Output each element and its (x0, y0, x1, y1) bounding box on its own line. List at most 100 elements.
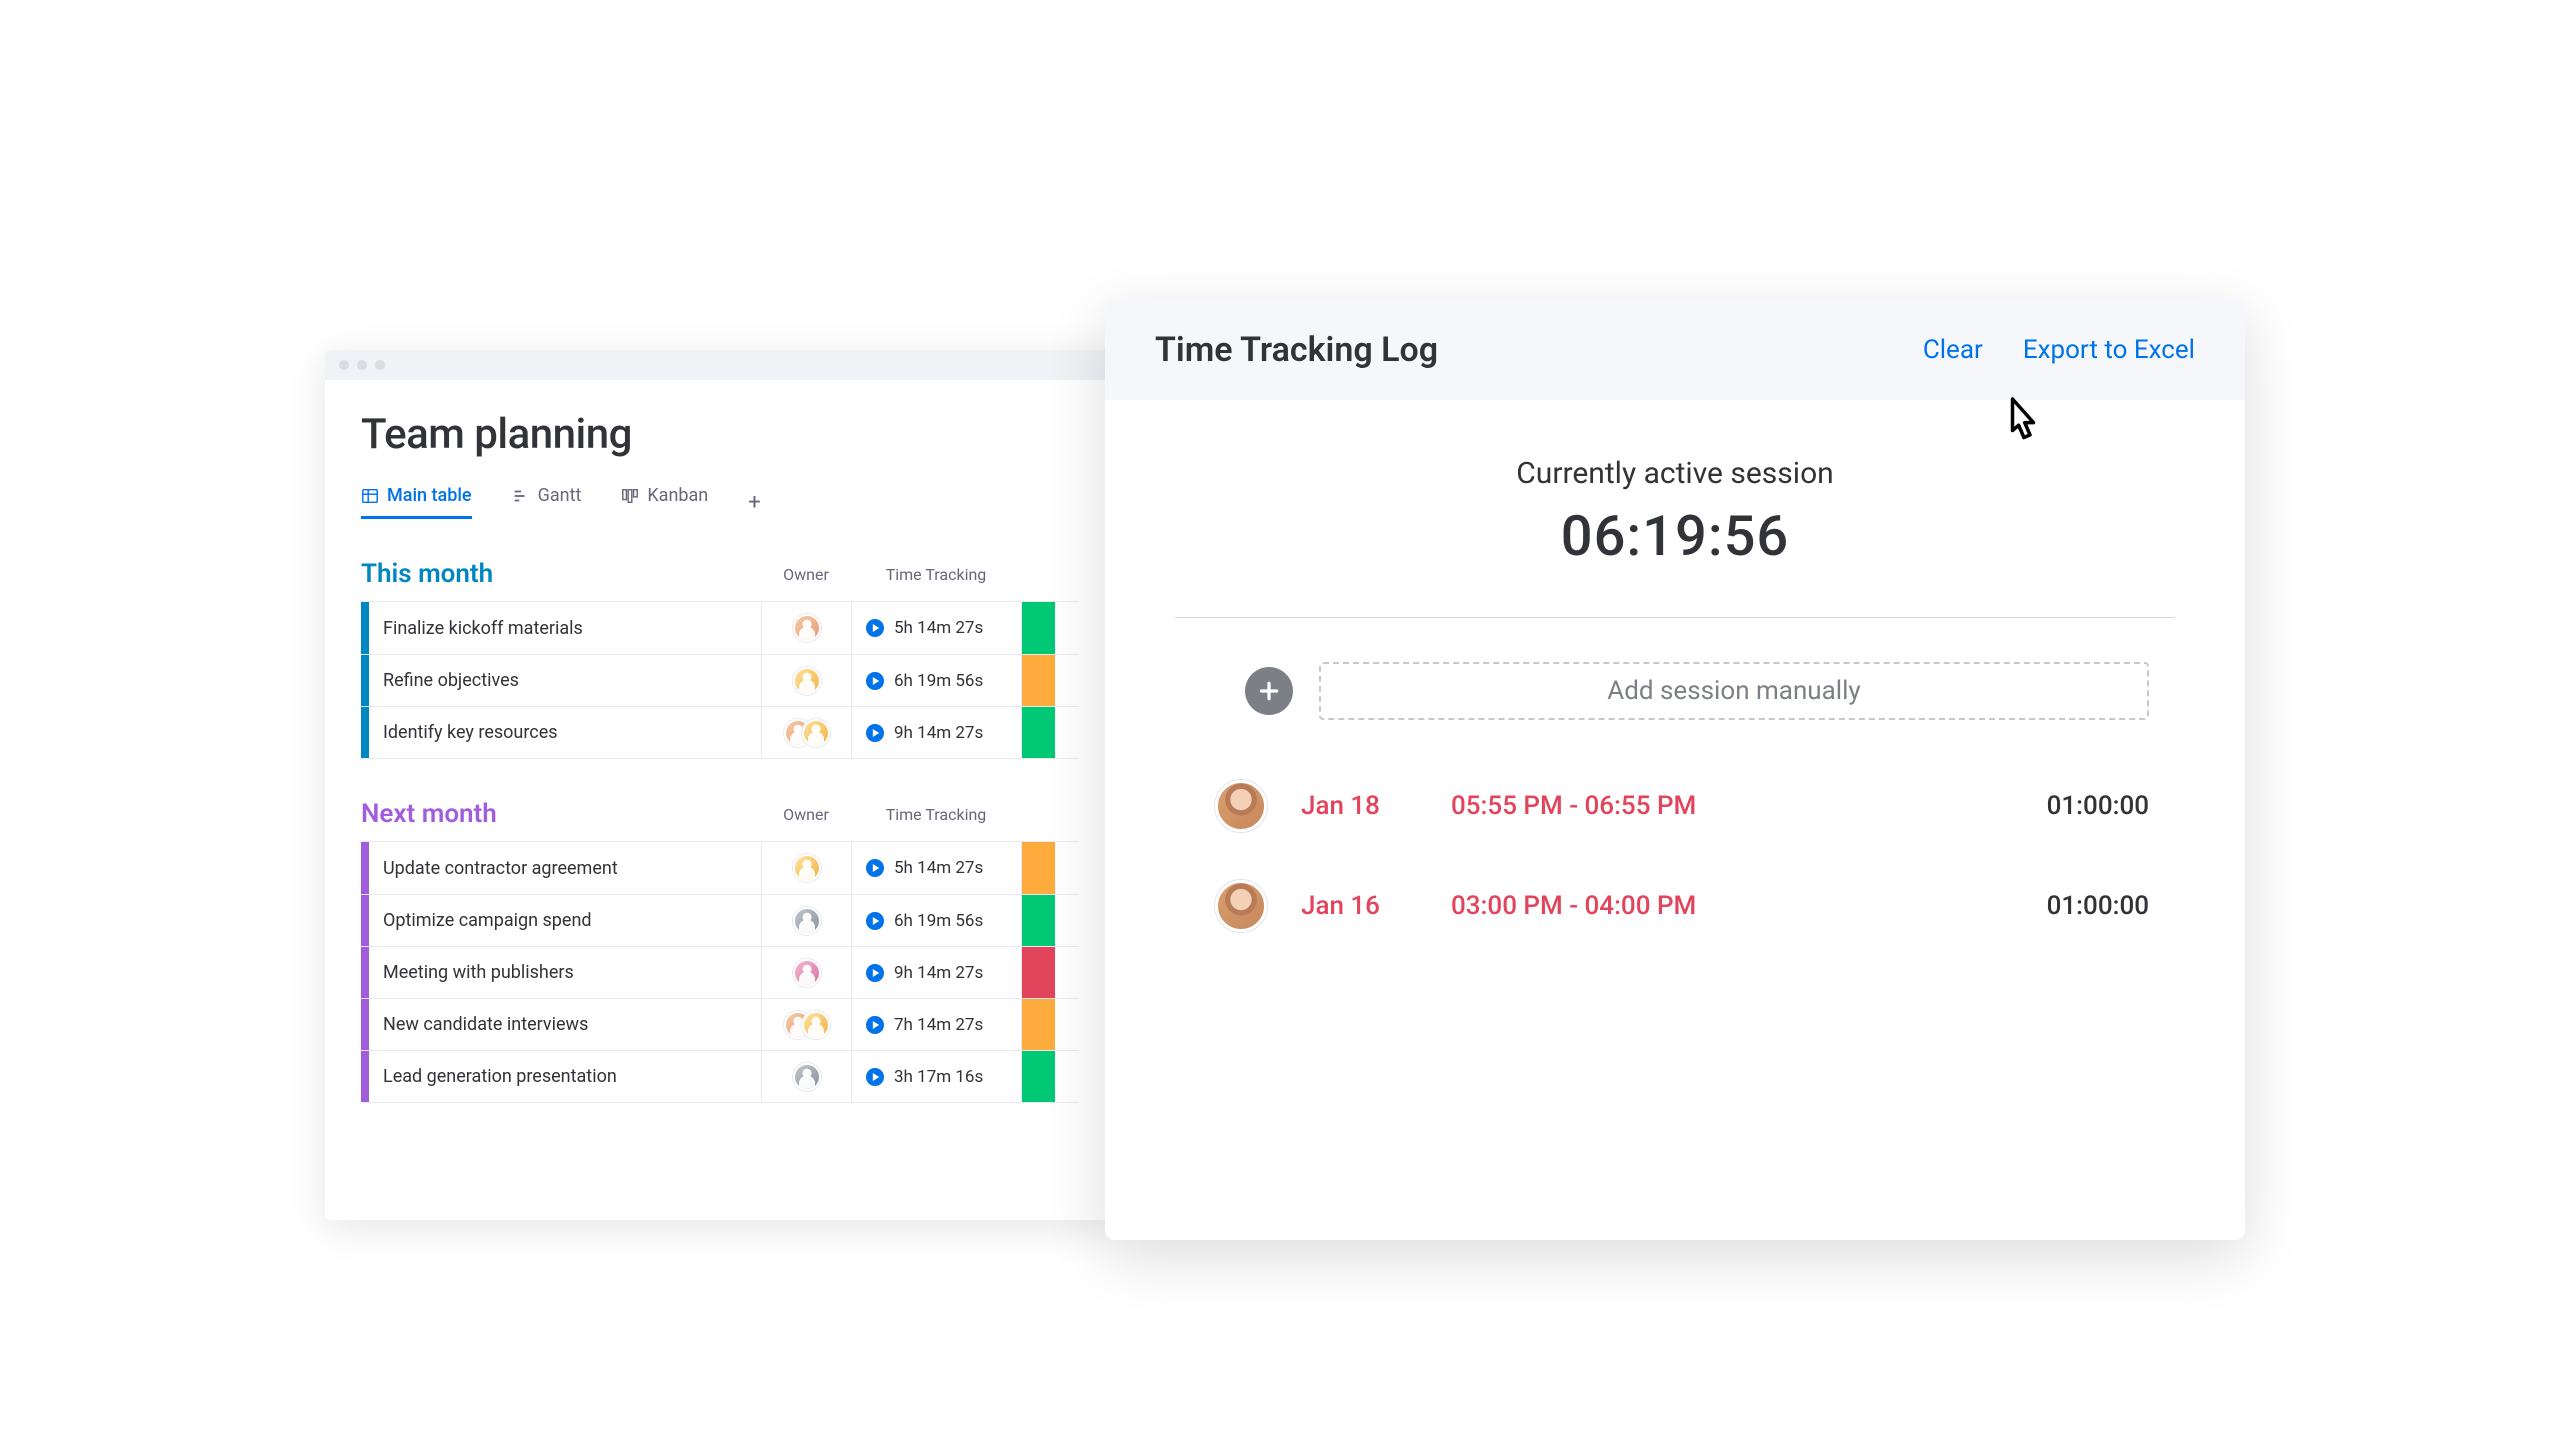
status-cell[interactable] (1021, 842, 1055, 894)
play-icon[interactable] (866, 1068, 884, 1086)
owner-cell[interactable] (761, 655, 851, 706)
avatar[interactable] (793, 854, 821, 882)
board-window: Team planning Main table Gantt (325, 350, 1115, 1220)
session-time-range: 03:00 PM - 04:00 PM (1451, 891, 1989, 921)
add-session-label: Add session manually (1607, 676, 1860, 706)
column-owner: Owner (761, 805, 851, 824)
owner-cell[interactable] (761, 999, 851, 1050)
play-icon[interactable] (866, 724, 884, 742)
time-tracking-value: 6h 19m 56s (894, 671, 983, 691)
time-tracking-cell[interactable]: 9h 14m 27s (851, 707, 1021, 758)
group-color-bar (361, 602, 369, 654)
table-row[interactable]: Finalize kickoff materials 5h 14m 27s (361, 602, 1079, 654)
group-title[interactable]: This month (361, 559, 761, 589)
play-icon[interactable] (866, 619, 884, 637)
tab-main-table[interactable]: Main table (361, 485, 472, 519)
clear-button[interactable]: Clear (1923, 335, 1983, 365)
owner-cell[interactable] (761, 947, 851, 998)
window-dot (357, 360, 367, 370)
task-name-cell[interactable]: Refine objectives (369, 655, 761, 706)
task-name: Update contractor agreement (383, 858, 618, 879)
status-cell[interactable] (1021, 1051, 1055, 1102)
task-name-cell[interactable]: Update contractor agreement (369, 842, 761, 894)
task-name-cell[interactable]: New candidate interviews (369, 999, 761, 1050)
time-tracking-cell[interactable]: 9h 14m 27s (851, 947, 1021, 998)
avatar[interactable] (802, 1011, 830, 1039)
session-duration: 01:00:00 (1989, 791, 2149, 821)
tab-kanban[interactable]: Kanban (621, 485, 708, 519)
task-name-cell[interactable]: Identify key resources (369, 707, 761, 758)
avatar[interactable] (793, 614, 821, 642)
time-tracking-cell[interactable]: 5h 14m 27s (851, 602, 1021, 654)
gantt-icon (512, 487, 530, 505)
time-tracking-cell[interactable]: 6h 19m 56s (851, 655, 1021, 706)
session-log-row[interactable]: Jan 1805:55 PM - 06:55 PM01:00:00 (1105, 756, 2245, 856)
tab-label: Kanban (647, 485, 708, 506)
table-row[interactable]: Update contractor agreement 5h 14m 27s (361, 842, 1079, 894)
active-session-block: Currently active session 06:19:56 (1105, 456, 2245, 569)
status-cell[interactable] (1021, 999, 1055, 1050)
time-tracking-value: 6h 19m 56s (894, 911, 983, 931)
task-name: Refine objectives (383, 670, 519, 691)
table-row[interactable]: Refine objectives 6h 19m 56s (361, 654, 1079, 706)
task-name-cell[interactable]: Optimize campaign spend (369, 895, 761, 946)
avatar[interactable] (793, 667, 821, 695)
window-titlebar (325, 350, 1115, 380)
owner-cell[interactable] (761, 895, 851, 946)
play-icon[interactable] (866, 912, 884, 930)
avatar[interactable] (793, 1063, 821, 1091)
play-icon[interactable] (866, 964, 884, 982)
status-cell[interactable] (1021, 655, 1055, 706)
time-tracking-cell[interactable]: 7h 14m 27s (851, 999, 1021, 1050)
owner-cell[interactable] (761, 842, 851, 894)
avatar[interactable] (793, 907, 821, 935)
group-next: Next monthOwnerTime Tracking Update contr… (361, 799, 1079, 1103)
time-tracking-cell[interactable]: 3h 17m 16s (851, 1051, 1021, 1102)
add-session-plus-button[interactable] (1245, 667, 1293, 715)
task-name: Optimize campaign spend (383, 910, 592, 931)
table-row[interactable]: Meeting with publishers 9h 14m 27s (361, 946, 1079, 998)
owner-cell[interactable] (761, 602, 851, 654)
tab-label: Main table (387, 485, 472, 506)
task-name-cell[interactable]: Meeting with publishers (369, 947, 761, 998)
status-cell[interactable] (1021, 895, 1055, 946)
task-name-cell[interactable]: Finalize kickoff materials (369, 602, 761, 654)
table-row[interactable]: Optimize campaign spend 6h 19m 56s (361, 894, 1079, 946)
avatar[interactable] (793, 959, 821, 987)
table-row[interactable]: New candidate interviews 7h 14m 27s (361, 998, 1079, 1050)
owner-cell[interactable] (761, 1051, 851, 1102)
task-name: Meeting with publishers (383, 962, 574, 983)
task-name-cell[interactable]: Lead generation presentation (369, 1051, 761, 1102)
add-view-button[interactable]: + (748, 490, 760, 515)
session-log-row[interactable]: Jan 1603:00 PM - 04:00 PM01:00:00 (1105, 856, 2245, 956)
add-session-manually-button[interactable]: Add session manually (1319, 662, 2149, 720)
time-tracking-value: 5h 14m 27s (894, 858, 983, 878)
group-title[interactable]: Next month (361, 799, 761, 829)
status-cell[interactable] (1021, 602, 1055, 654)
play-icon[interactable] (866, 1016, 884, 1034)
tab-gantt[interactable]: Gantt (512, 485, 582, 519)
window-dot (375, 360, 385, 370)
task-name: Identify key resources (383, 722, 558, 743)
group-color-bar (361, 842, 369, 894)
avatar (1215, 880, 1267, 932)
column-time-tracking: Time Tracking (851, 805, 1021, 824)
column-time-tracking: Time Tracking (851, 565, 1021, 584)
play-icon[interactable] (866, 859, 884, 877)
time-tracking-value: 5h 14m 27s (894, 618, 983, 638)
column-owner: Owner (761, 565, 851, 584)
table-icon (361, 487, 379, 505)
table-row[interactable]: Identify key resources 9h 14m 27s (361, 706, 1079, 758)
export-to-excel-button[interactable]: Export to Excel (2023, 335, 2195, 365)
panel-title: Time Tracking Log (1155, 330, 1923, 370)
divider (1175, 617, 2175, 618)
table-row[interactable]: Lead generation presentation 3h 17m 16s (361, 1050, 1079, 1102)
play-icon[interactable] (866, 672, 884, 690)
task-name: New candidate interviews (383, 1014, 588, 1035)
owner-cell[interactable] (761, 707, 851, 758)
status-cell[interactable] (1021, 947, 1055, 998)
status-cell[interactable] (1021, 707, 1055, 758)
avatar[interactable] (802, 719, 830, 747)
time-tracking-cell[interactable]: 5h 14m 27s (851, 842, 1021, 894)
time-tracking-cell[interactable]: 6h 19m 56s (851, 895, 1021, 946)
